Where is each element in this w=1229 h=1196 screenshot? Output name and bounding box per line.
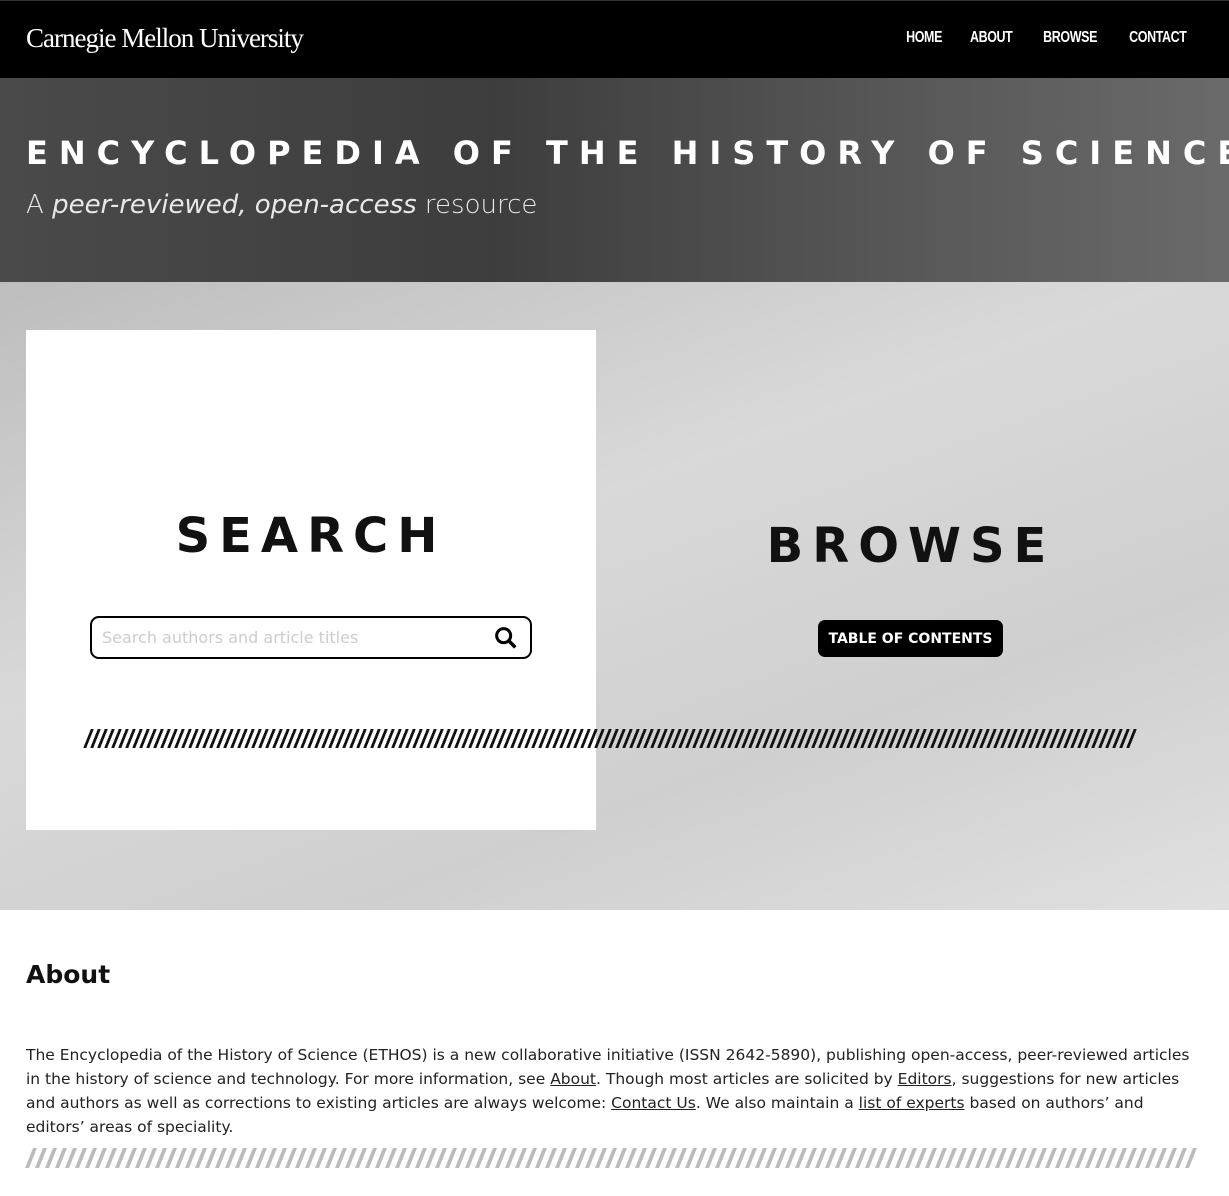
decorative-slash-divider	[83, 729, 1140, 748]
main-nav: HOME ABOUT BROWSE CONTACT	[896, 29, 1187, 47]
nav-about[interactable]: ABOUT	[970, 29, 1013, 47]
about-text-part: . We also maintain a	[695, 1094, 859, 1112]
about-link[interactable]: About	[550, 1070, 596, 1088]
nav-home[interactable]: HOME	[906, 29, 942, 47]
search-browse-section: SEARCH BROWSE TABLE OF CONTENTS	[0, 282, 1229, 910]
list-of-experts-link[interactable]: list of experts	[859, 1094, 965, 1112]
table-of-contents-button[interactable]: TABLE OF CONTENTS	[818, 620, 1003, 657]
site-title: ENCYCLOPEDIA OF THE HISTORY OF SCIENCE	[26, 134, 1229, 172]
search-panel: SEARCH	[26, 330, 596, 830]
hero-banner: ENCYCLOPEDIA OF THE HISTORY OF SCIENCE A…	[0, 78, 1229, 282]
about-heading: About	[26, 960, 111, 989]
contact-us-link[interactable]: Contact Us	[611, 1094, 696, 1112]
subtitle-text: resource	[416, 190, 538, 220]
decorative-slash-divider	[24, 1148, 1198, 1168]
subtitle-text: A	[26, 190, 53, 220]
editors-link[interactable]: Editors	[898, 1070, 952, 1088]
about-text-part: . Though most articles are solicited by	[596, 1070, 898, 1088]
about-text: The Encyclopedia of the History of Scien…	[26, 1043, 1206, 1139]
search-heading: SEARCH	[175, 508, 447, 564]
search-icon[interactable]	[492, 624, 520, 652]
browse-heading: BROWSE	[766, 518, 1056, 574]
cmu-logo[interactable]: Carnegie Mellon University	[26, 23, 304, 54]
search-field[interactable]	[90, 616, 532, 659]
site-subtitle: A peer-reviewed, open-access resource	[26, 190, 537, 220]
search-input[interactable]	[102, 628, 492, 647]
top-navbar: Carnegie Mellon University HOME ABOUT BR…	[0, 0, 1229, 78]
nav-contact[interactable]: CONTACT	[1130, 29, 1188, 47]
nav-browse[interactable]: BROWSE	[1044, 29, 1098, 47]
subtitle-emphasis: peer-reviewed, open-access	[52, 190, 417, 220]
